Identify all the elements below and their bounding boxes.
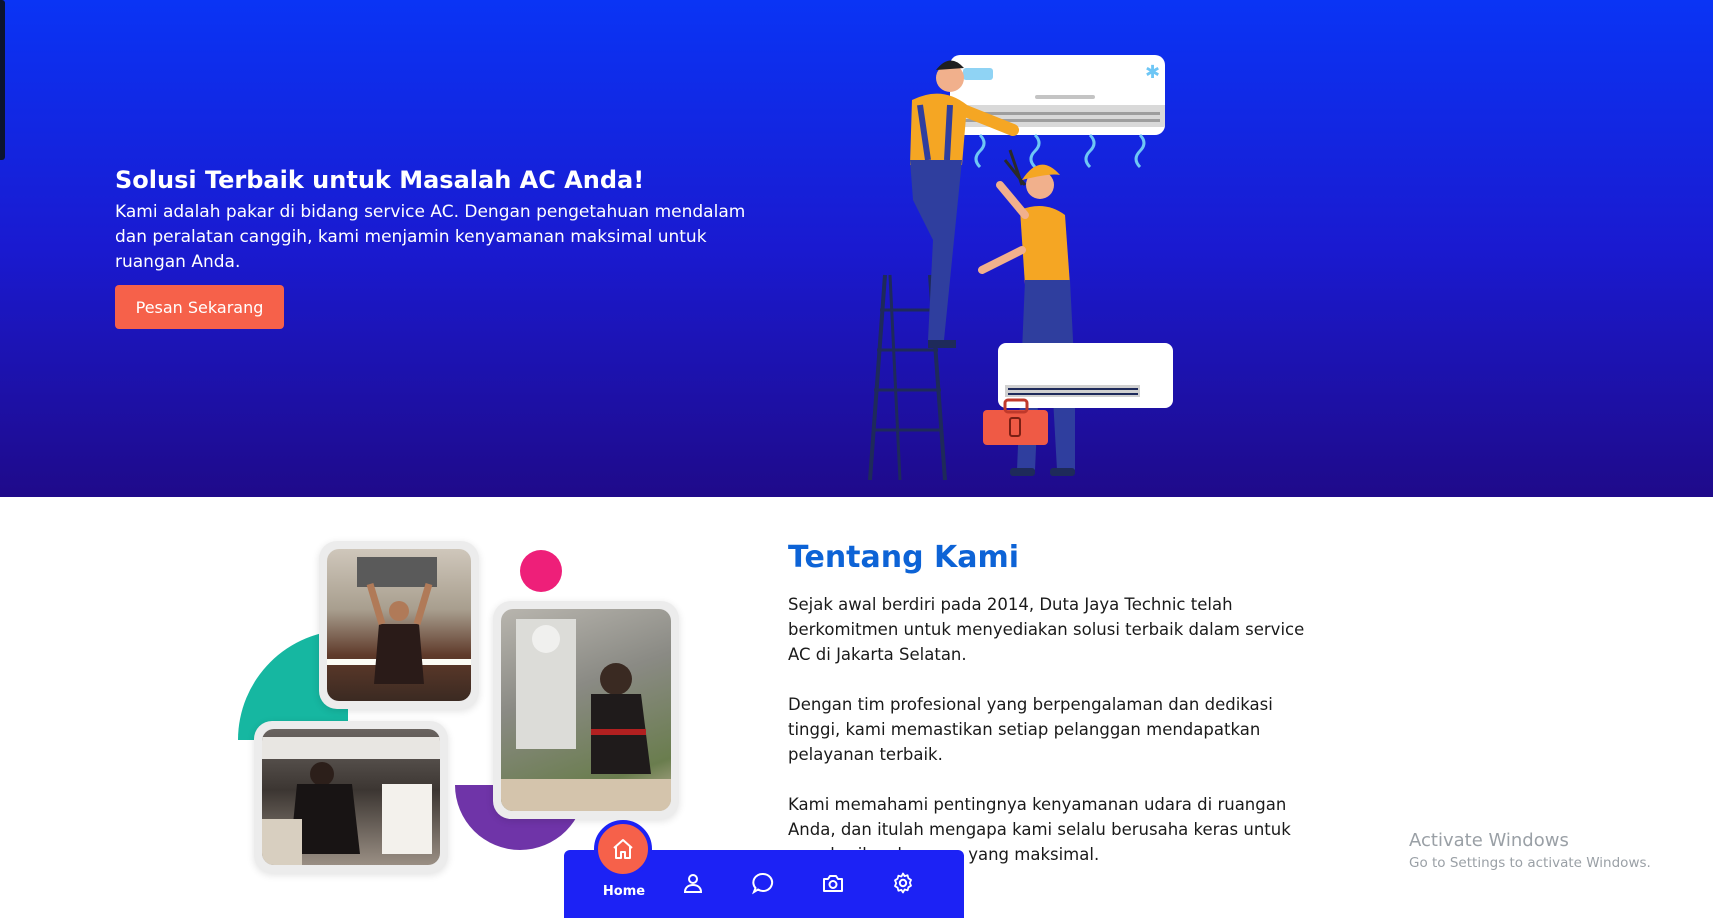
order-now-button[interactable]: Pesan Sekarang [115, 285, 284, 329]
nav-chat-button[interactable] [748, 868, 778, 898]
technician-ceiling-ac-photo [319, 541, 479, 709]
bottom-nav: Home [564, 820, 964, 918]
camera-icon [823, 875, 843, 892]
nav-settings-button[interactable] [888, 868, 918, 898]
nav-home-button[interactable] [594, 820, 652, 878]
technician-wall-ac-photo [254, 721, 448, 873]
pink-dot-shape [520, 550, 562, 592]
hero-title: Solusi Terbaik untuk Masalah AC Anda! [115, 166, 645, 194]
chat-icon [752, 872, 774, 895]
about-paragraph-1: Sejak awal berdiri pada 2014, Duta Jaya … [788, 595, 1305, 664]
user-icon [683, 874, 703, 893]
watermark-title: Activate Windows [1409, 830, 1569, 851]
hero-description: Kami adalah pakar di bidang service AC. … [115, 202, 746, 272]
home-icon [613, 839, 633, 859]
technician-outdoor-unit-photo [493, 601, 679, 819]
activate-windows-watermark: Activate Windows Go to Settings to activ… [1409, 830, 1651, 871]
nav-camera-button[interactable] [818, 868, 848, 898]
about-paragraph-2: Dengan tim profesional yang berpengalama… [788, 695, 1273, 764]
watermark-subtitle: Go to Settings to activate Windows. [1409, 855, 1651, 871]
about-title: Tentang Kami [788, 540, 1020, 575]
gear-icon [894, 872, 912, 894]
hero-section: Solusi Terbaik untuk Masalah AC Anda! Ka… [0, 0, 1713, 497]
scroll-edge [0, 0, 5, 160]
nav-profile-button[interactable] [678, 868, 708, 898]
svg-text:✱: ✱ [1145, 62, 1160, 83]
nav-home-label: Home [602, 884, 646, 899]
ac-technicians-illustration: ✱ [868, 55, 1173, 481]
